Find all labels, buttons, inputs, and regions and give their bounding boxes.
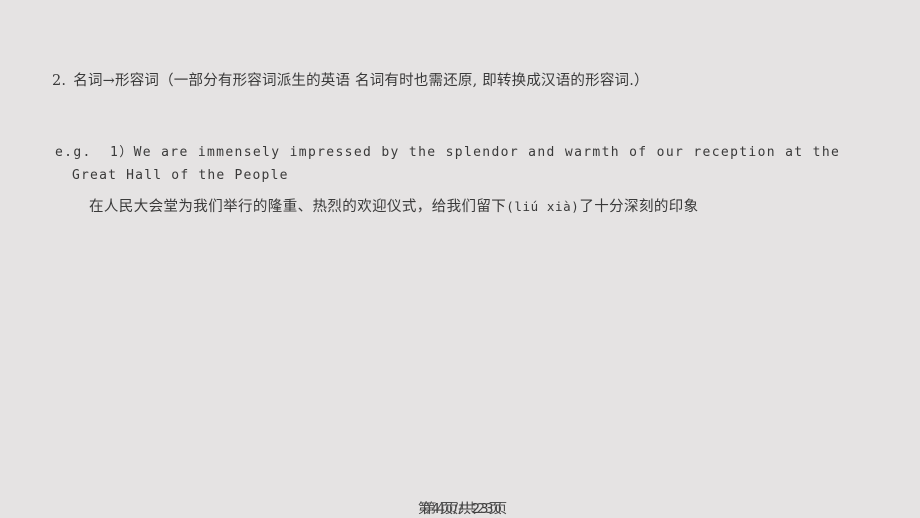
slide-footer: 第4页/共23页 第4页/共23页 xyxy=(0,497,920,518)
slide-canvas: 2. 名词→形容词（一部分有形容词派生的英语 名词有时也需还原, 即转换成汉语的形… xyxy=(0,0,920,518)
chinese-pinyin-annotation: (liú xià) xyxy=(506,199,580,214)
heading-text: 名词→形容词（一部分有形容词派生的英语 名词有时也需还原, 即转换成汉语的形容词… xyxy=(73,73,649,89)
chinese-prefix: 在人民大会堂为我们举行的隆重、热烈的欢迎仪式，给我们留下 xyxy=(89,199,507,215)
example-chinese-translation: 在人民大会堂为我们举行的隆重、热烈的欢迎仪式，给我们留下(liú xià)了十分… xyxy=(55,196,895,218)
chinese-suffix: 了十分深刻的印象 xyxy=(579,199,699,215)
heading-item-2: 2. 名词→形容词（一部分有形容词派生的英语 名词有时也需还原, 即转换成汉语的形… xyxy=(52,71,882,91)
page-indicator-wrapper: 第4页/共23页 第4页/共23页 xyxy=(418,497,507,518)
heading-number: 2. xyxy=(52,73,67,89)
example-block: e.g. 1）We are immensely impressed by the… xyxy=(55,141,895,218)
example-english-line-1: e.g. 1）We are immensely impressed by the… xyxy=(55,145,841,160)
page-indicator-ghost: 第4页/共23页 xyxy=(422,501,508,517)
example-english-line-2: Great Hall of the People xyxy=(72,168,289,183)
